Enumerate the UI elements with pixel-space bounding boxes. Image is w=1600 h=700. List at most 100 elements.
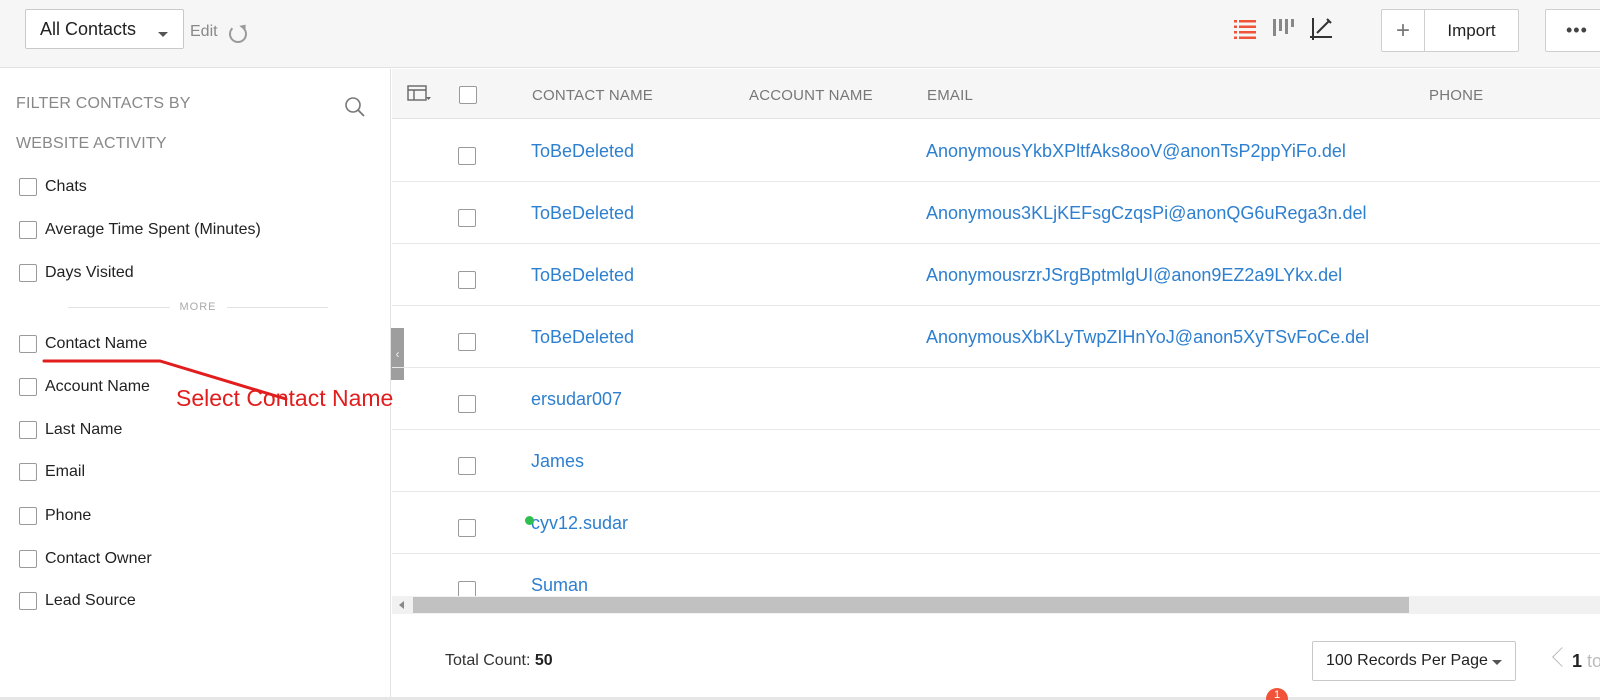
previous-page-icon[interactable] [1552,647,1572,667]
filter-item-email[interactable]: Email [19,460,85,484]
records-per-page-dropdown[interactable]: 100 Records Per Page [1312,641,1516,681]
table-row: ersudar007 [392,368,1600,430]
row-checkbox[interactable] [458,519,476,537]
filter-item-label: Average Time Spent (Minutes) [45,221,261,238]
horizontal-scrollbar[interactable] [392,596,1600,614]
filter-item-phone[interactable]: Phone [19,504,91,528]
edit-view-link[interactable]: Edit [190,23,218,41]
filter-checkbox[interactable] [19,178,37,196]
view-selector-label: All Contacts [40,18,137,39]
scrollbar-thumb[interactable] [413,597,1409,613]
column-header-phone[interactable]: PHONE [1429,87,1483,104]
filter-checkbox[interactable] [19,221,37,239]
table-row: ToBeDeleted Anonymous3KLjKEFsgCzqsPi@ano… [392,182,1600,244]
table-row: ToBeDeleted AnonymousXbKLyTwpZIHnYoJ@ano… [392,306,1600,368]
top-toolbar: All Contacts Edit + Import ••• [0,0,1600,68]
filter-item-account-name[interactable]: Account Name [19,375,150,399]
contacts-table-body: ToBeDeleted AnonymousYkbXPltfAks8ooV@ano… [392,120,1600,596]
filter-item-label: Lead Source [45,592,136,609]
contact-name-link[interactable]: Suman [531,575,588,596]
filter-item-label: Contact Name [45,335,148,352]
contact-name-link[interactable]: ToBeDeleted [531,203,634,224]
row-checkbox[interactable] [458,581,476,596]
page-range-suffix: to [1587,651,1600,671]
filter-checkbox[interactable] [19,335,37,353]
filter-checkbox[interactable] [19,550,37,568]
column-settings-icon[interactable] [406,84,432,104]
refresh-icon[interactable] [229,25,247,43]
view-selector-dropdown[interactable]: All Contacts [25,9,184,49]
email-link[interactable]: AnonymousXbKLyTwpZIHnYoJ@anon5XyTSvFoCe.… [926,327,1369,348]
filter-item-label: Days Visited [45,264,134,281]
total-count: Total Count: 50 [445,652,553,670]
total-count-value: 50 [534,652,553,669]
kanban-view-icon[interactable] [1270,16,1296,42]
filter-checkbox[interactable] [19,264,37,282]
contact-name-link[interactable]: ToBeDeleted [531,141,634,162]
total-count-label: Total Count: [445,652,531,669]
canvas-view-icon[interactable] [1308,16,1334,42]
filter-item-contact-name[interactable]: Contact Name [19,332,147,356]
column-header-contact-name[interactable]: CONTACT NAME [532,87,653,104]
more-label: MORE [179,301,217,313]
annotation-text: Select Contact Name [176,385,394,411]
search-icon[interactable] [344,96,366,118]
row-checkbox[interactable] [458,271,476,289]
online-status-dot [525,516,534,525]
filter-item-lead-source[interactable]: Lead Source [19,589,136,613]
email-link[interactable]: AnonymousYkbXPltfAks8ooV@anonTsP2ppYiFo.… [926,141,1346,162]
table-row: ToBeDeleted AnonymousrzrJSrgBptmlgUI@ano… [392,244,1600,306]
table-row: Suman [392,554,1600,596]
import-button[interactable]: Import [1425,10,1518,51]
create-contact-button[interactable]: + [1382,10,1425,51]
contact-name-link[interactable]: James [531,451,584,472]
chevron-down-icon [158,32,168,37]
filter-item-label: Last Name [45,421,123,438]
list-view-icon[interactable] [1232,16,1258,42]
filter-item-label: Email [45,463,86,480]
records-per-page-label: 100 Records Per Page [1326,652,1488,669]
table-header: CONTACT NAME ACCOUNT NAME EMAIL PHONE [392,69,1600,119]
filter-item-label: Chats [45,178,87,195]
more-actions-button[interactable]: ••• [1545,9,1600,52]
row-checkbox[interactable] [458,395,476,413]
row-checkbox[interactable] [458,209,476,227]
table-row: ToBeDeleted AnonymousYkbXPltfAks8ooV@ano… [392,120,1600,182]
email-link[interactable]: Anonymous3KLjKEFsgCzqsPi@anonQG6uRega3n.… [926,203,1367,224]
filter-item-days-visited[interactable]: Days Visited [19,261,134,285]
filter-item-contact-owner[interactable]: Contact Owner [19,547,152,571]
filter-checkbox[interactable] [19,592,37,610]
plus-icon: + [1395,16,1410,44]
row-checkbox[interactable] [458,147,476,165]
pagination-text: 1 to [1572,651,1600,672]
filter-item-label: Account Name [45,378,150,395]
scroll-left-arrow-icon[interactable] [399,601,404,609]
filter-section-website-activity: WEBSITE ACTIVITY [16,135,167,152]
filter-checkbox[interactable] [19,507,37,525]
table-row: James [392,430,1600,492]
row-checkbox[interactable] [458,457,476,475]
contact-name-link[interactable]: cyv12.sudar [531,513,628,534]
contact-name-link[interactable]: ersudar007 [531,389,622,410]
filter-item-last-name[interactable]: Last Name [19,418,122,442]
column-header-account-name[interactable]: ACCOUNT NAME [749,87,873,104]
filter-panel-title: FILTER CONTACTS BY [16,95,191,112]
filter-checkbox[interactable] [19,463,37,481]
filter-item-label: Contact Owner [45,550,152,567]
divider-line [68,306,170,308]
divider-line [226,306,328,308]
filter-item-average-time-spent[interactable]: Average Time Spent (Minutes) [19,218,261,242]
row-checkbox[interactable] [458,333,476,351]
column-header-email[interactable]: EMAIL [927,87,973,104]
filter-item-label: Phone [45,507,92,524]
contact-name-link[interactable]: ToBeDeleted [531,327,634,348]
filter-item-chats[interactable]: Chats [19,175,87,199]
filter-checkbox[interactable] [19,421,37,439]
contact-name-link[interactable]: ToBeDeleted [531,265,634,286]
more-icon: ••• [1566,20,1588,40]
chevron-down-icon [1492,660,1502,665]
email-link[interactable]: AnonymousrzrJSrgBptmlgUI@anon9EZ2a9LYkx.… [926,265,1342,286]
select-all-checkbox[interactable] [459,86,477,104]
filter-checkbox[interactable] [19,378,37,396]
table-row: cyv12.sudar [392,492,1600,554]
